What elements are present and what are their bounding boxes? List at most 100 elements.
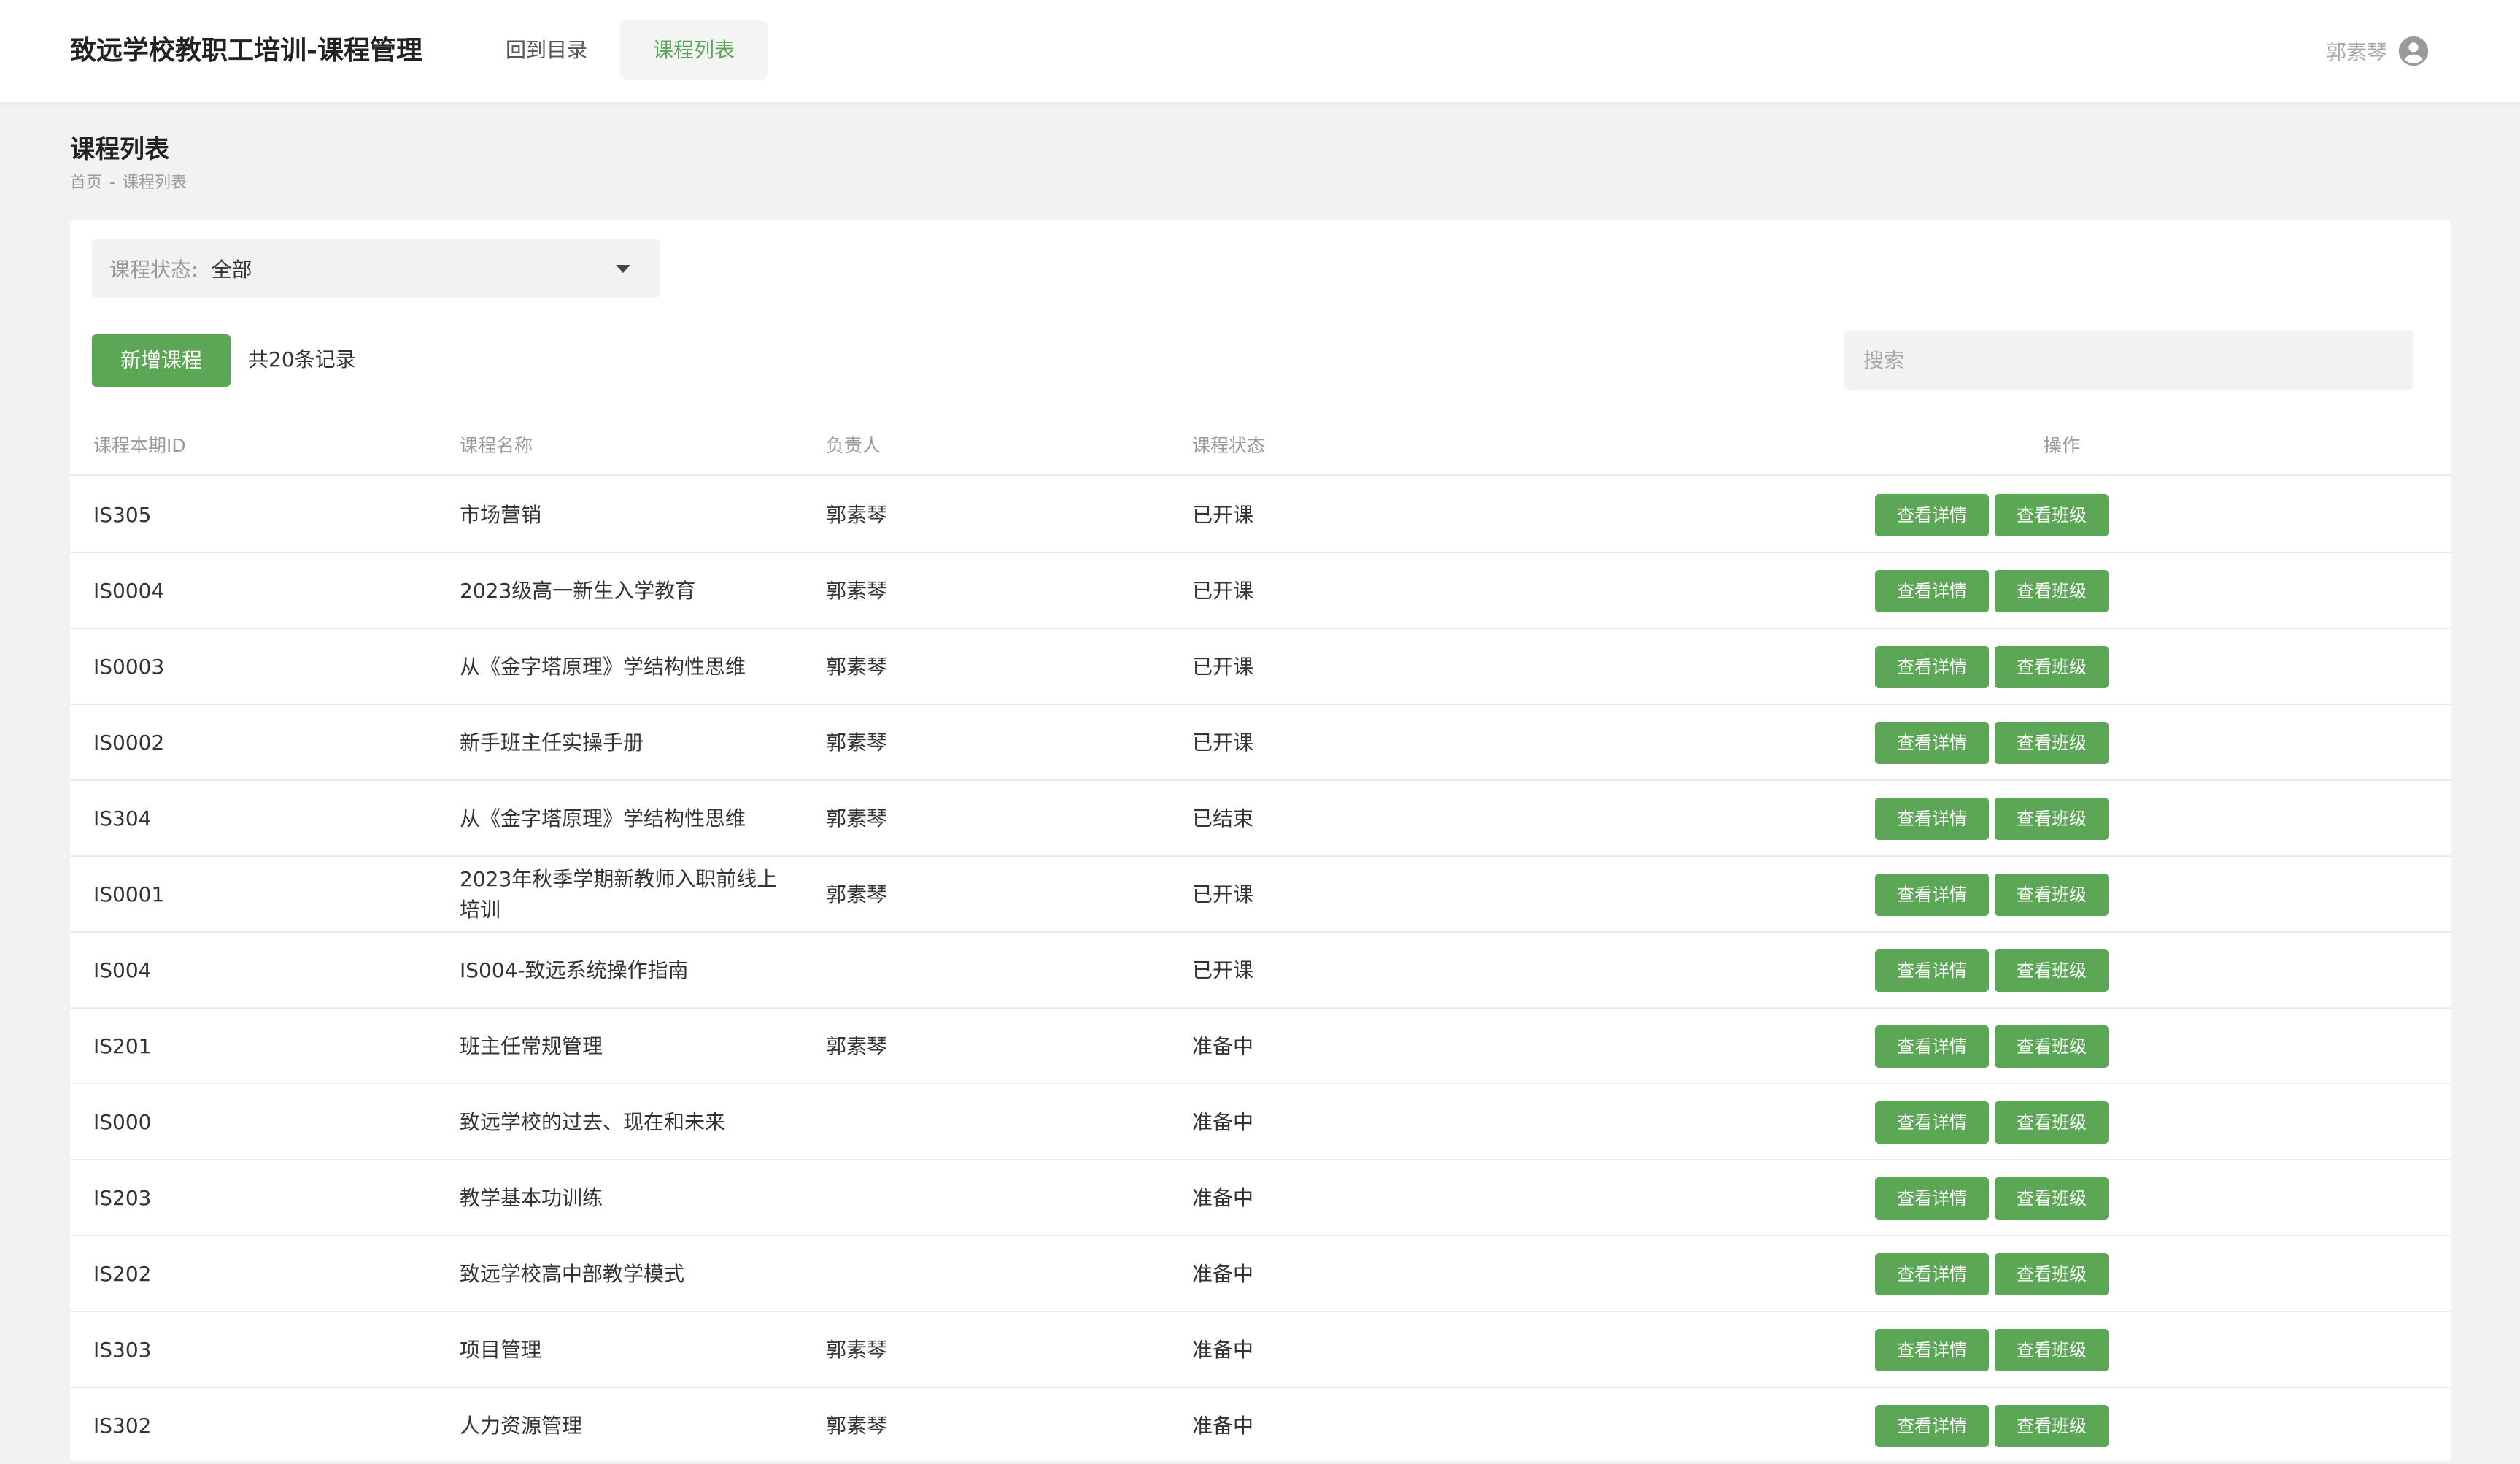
course-name-cell: 人力资源管理 xyxy=(460,1414,583,1438)
row-actions: 查看详情 查看班级 xyxy=(1875,570,2109,612)
view-classes-button[interactable]: 查看班级 xyxy=(1995,1025,2109,1068)
course-id-cell: IS304 xyxy=(93,806,152,831)
view-classes-button[interactable]: 查看班级 xyxy=(1995,798,2109,840)
row-actions: 查看详情 查看班级 xyxy=(1875,1329,2109,1371)
view-classes-button[interactable]: 查看班级 xyxy=(1995,874,2109,916)
table-row: IS202 致远学校高中部教学模式 准备中 查看详情 查看班级 xyxy=(70,1236,2451,1312)
course-name-cell: 新手班主任实操手册 xyxy=(460,731,644,755)
app-title: 致远学校教职工培训-课程管理 xyxy=(70,36,422,66)
course-name-cell: 市场营销 xyxy=(460,503,542,527)
row-actions: 查看详情 查看班级 xyxy=(1875,646,2109,688)
table-row: IS303 项目管理 郭素琴 准备中 查看详情 查看班级 xyxy=(70,1312,2451,1388)
course-status-cell: 准备中 xyxy=(1192,1262,1254,1286)
view-details-button[interactable]: 查看详情 xyxy=(1875,1329,1989,1371)
view-details-button[interactable]: 查看详情 xyxy=(1875,646,1989,688)
course-name-cell: 致远学校的过去、现在和未来 xyxy=(460,1110,726,1134)
column-header-status: 课程状态 xyxy=(1192,435,1266,456)
course-id-cell: IS0002 xyxy=(93,731,165,755)
user-menu[interactable]: 郭素琴 xyxy=(2326,31,2430,72)
course-status-cell: 已开课 xyxy=(1192,958,1254,982)
nav-course-list[interactable]: 课程列表 xyxy=(620,20,768,80)
view-classes-button[interactable]: 查看班级 xyxy=(1995,1253,2109,1295)
course-name-cell: 教学基本功训练 xyxy=(460,1186,603,1210)
table-row: IS304 从《金字塔原理》学结构性思维 郭素琴 已结束 查看详情 查看班级 xyxy=(70,781,2451,857)
view-details-button[interactable]: 查看详情 xyxy=(1875,1177,1989,1220)
course-status-cell: 已开课 xyxy=(1192,579,1254,603)
course-status-cell: 准备中 xyxy=(1192,1110,1254,1134)
view-details-button[interactable]: 查看详情 xyxy=(1875,1253,1989,1295)
course-status-cell: 已开课 xyxy=(1192,503,1254,527)
course-id-cell: IS202 xyxy=(93,1262,152,1286)
view-classes-button[interactable]: 查看班级 xyxy=(1995,1101,2109,1144)
table-row: IS004 IS004-致远系统操作指南 已开课 查看详情 查看班级 xyxy=(70,933,2451,1009)
column-header-actions: 操作 xyxy=(2043,435,2080,456)
course-name-cell: 项目管理 xyxy=(460,1338,542,1362)
course-id-cell: IS004 xyxy=(93,958,152,982)
view-details-button[interactable]: 查看详情 xyxy=(1875,874,1989,916)
record-count: 共20条记录 xyxy=(248,347,356,371)
column-header-id: 课程本期ID xyxy=(93,435,186,456)
course-name-cell: 从《金字塔原理》学结构性思维 xyxy=(460,806,746,831)
course-id-cell: IS203 xyxy=(93,1186,152,1210)
course-name-cell: 2023级高一新生入学教育 xyxy=(460,579,696,603)
course-name-cell: 2023年秋季学期新教师入职前线上培训 xyxy=(460,867,778,922)
course-id-cell: IS0001 xyxy=(93,882,165,906)
course-status-cell: 已开课 xyxy=(1192,882,1254,906)
table-row: IS201 班主任常规管理 郭素琴 准备中 查看详情 查看班级 xyxy=(70,1009,2451,1084)
course-status-cell: 已开课 xyxy=(1192,655,1254,679)
breadcrumb-home[interactable]: 首页 xyxy=(70,174,102,192)
view-classes-button[interactable]: 查看班级 xyxy=(1995,722,2109,764)
view-details-button[interactable]: 查看详情 xyxy=(1875,1025,1989,1068)
table-row: IS0001 2023年秋季学期新教师入职前线上培训 郭素琴 已开课 查看详情 查看班级 xyxy=(70,857,2451,933)
course-owner-cell: 郭素琴 xyxy=(826,1034,888,1058)
course-owner-cell: 郭素琴 xyxy=(826,1414,888,1438)
search-input[interactable] xyxy=(1844,330,2413,390)
page-title: 课程列表 xyxy=(70,135,169,164)
row-actions: 查看详情 查看班级 xyxy=(1875,1405,2109,1447)
view-classes-button[interactable]: 查看班级 xyxy=(1995,570,2109,612)
view-classes-button[interactable]: 查看班级 xyxy=(1995,1329,2109,1371)
table-row: IS0004 2023级高一新生入学教育 郭素琴 已开课 查看详情 查看班级 xyxy=(70,553,2451,629)
add-course-button[interactable]: 新增课程 xyxy=(92,334,231,387)
row-actions: 查看详情 查看班级 xyxy=(1875,1101,2109,1144)
view-details-button[interactable]: 查看详情 xyxy=(1875,494,1989,536)
course-list-card: 课程状态: 全部 新增课程 共20条记录 课程本期ID 课程名称 负责人 课程状… xyxy=(70,220,2451,1464)
view-classes-button[interactable]: 查看班级 xyxy=(1995,949,2109,992)
view-details-button[interactable]: 查看详情 xyxy=(1875,949,1989,992)
course-status-cell: 准备中 xyxy=(1192,1186,1254,1210)
course-name-cell: 从《金字塔原理》学结构性思维 xyxy=(460,655,746,679)
course-owner-cell: 郭素琴 xyxy=(826,503,888,527)
course-owner-cell: 郭素琴 xyxy=(826,806,888,831)
row-actions: 查看详情 查看班级 xyxy=(1875,494,2109,536)
course-status-cell: 准备中 xyxy=(1192,1414,1254,1438)
course-owner-cell: 郭素琴 xyxy=(826,655,888,679)
row-actions: 查看详情 查看班级 xyxy=(1875,722,2109,764)
table-row: IS305 市场营销 郭素琴 已开课 查看详情 查看班级 xyxy=(70,477,2451,553)
row-actions: 查看详情 查看班级 xyxy=(1875,949,2109,992)
row-actions: 查看详情 查看班级 xyxy=(1875,798,2109,840)
status-filter-label: 课程状态: xyxy=(109,258,198,282)
column-header-name: 课程名称 xyxy=(460,435,533,456)
course-status-cell: 准备中 xyxy=(1192,1338,1254,1362)
table-row: IS0002 新手班主任实操手册 郭素琴 已开课 查看详情 查看班级 xyxy=(70,705,2451,781)
course-owner-cell: 郭素琴 xyxy=(826,731,888,755)
status-filter-select[interactable]: 课程状态: 全部 xyxy=(92,239,660,298)
course-status-cell: 已开课 xyxy=(1192,731,1254,755)
view-details-button[interactable]: 查看详情 xyxy=(1875,722,1989,764)
view-classes-button[interactable]: 查看班级 xyxy=(1995,1405,2109,1447)
view-details-button[interactable]: 查看详情 xyxy=(1875,1405,1989,1447)
row-actions: 查看详情 查看班级 xyxy=(1875,1177,2109,1220)
view-classes-button[interactable]: 查看班级 xyxy=(1995,1177,2109,1220)
row-actions: 查看详情 查看班级 xyxy=(1875,1025,2109,1068)
course-owner-cell: 郭素琴 xyxy=(826,882,888,906)
view-details-button[interactable]: 查看详情 xyxy=(1875,570,1989,612)
view-classes-button[interactable]: 查看班级 xyxy=(1995,646,2109,688)
view-classes-button[interactable]: 查看班级 xyxy=(1995,494,2109,536)
row-actions: 查看详情 查看班级 xyxy=(1875,874,2109,916)
course-id-cell: IS303 xyxy=(93,1338,152,1362)
course-id-cell: IS0004 xyxy=(93,579,165,603)
nav-back-to-catalog[interactable]: 回到目录 xyxy=(489,20,604,80)
status-filter-value: 全部 xyxy=(211,258,252,282)
view-details-button[interactable]: 查看详情 xyxy=(1875,1101,1989,1144)
view-details-button[interactable]: 查看详情 xyxy=(1875,798,1989,840)
